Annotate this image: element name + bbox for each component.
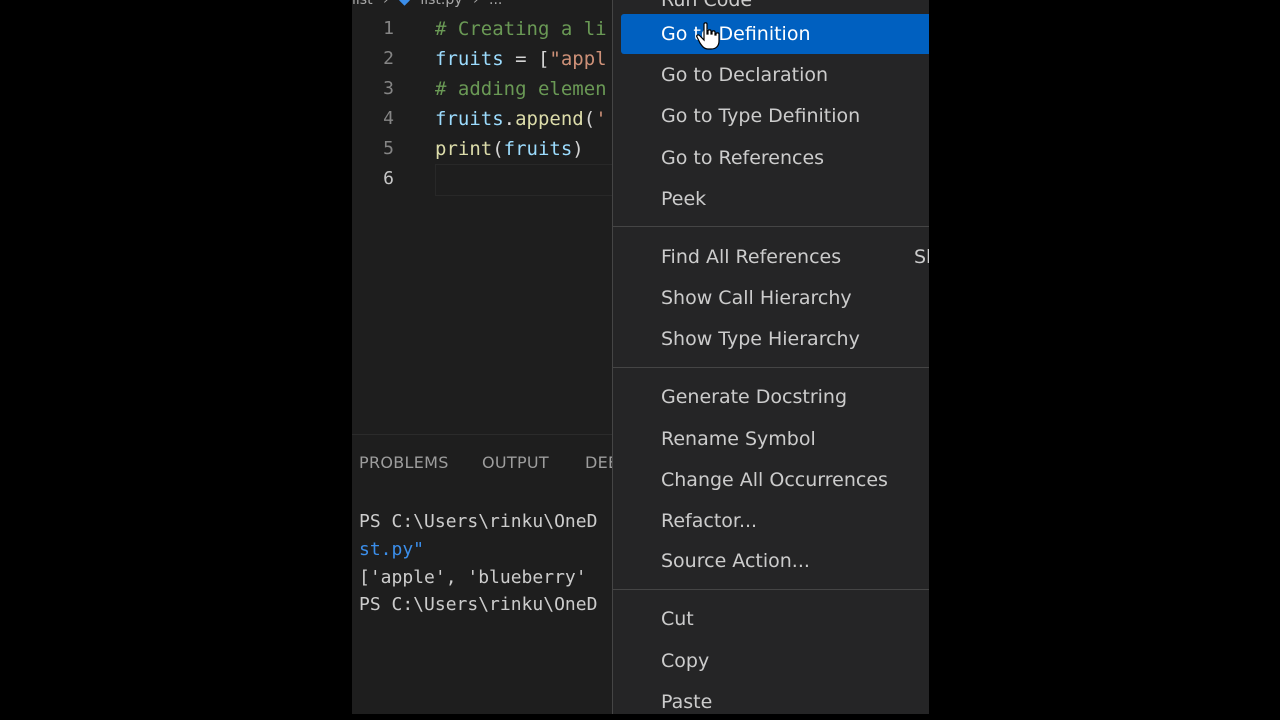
terminal-line: PS C:\Users\rinku\OneD <box>359 511 598 532</box>
code-line[interactable]: 5 print(fruits) <box>352 134 612 164</box>
code-line[interactable]: 6 <box>352 164 612 194</box>
menu-item-change-all-occurrences[interactable]: Change All Occurrences <box>621 460 929 500</box>
terminal-line: PS C:\Users\rinku\OneD <box>359 594 598 615</box>
code-token: = [ <box>503 48 550 70</box>
context-menu: Run Code Go to Definition Go to Declarat… <box>612 0 929 714</box>
code-text: fruits.append(' <box>435 104 607 134</box>
code-text: print(fruits) <box>435 134 584 164</box>
code-token: fruits <box>503 138 573 160</box>
terminal-line: ['apple', 'blueberry' <box>359 567 587 588</box>
code-token: ( <box>492 138 504 160</box>
menu-item-refactor[interactable]: Refactor... <box>621 501 929 541</box>
code-token: fruits <box>435 48 504 70</box>
line-number: 5 <box>383 138 394 159</box>
code-token: print <box>435 138 493 160</box>
code-text: # adding elemen <box>435 74 607 104</box>
code-token: "appl <box>549 48 607 70</box>
breadcrumb-file[interactable]: list.py <box>420 0 462 8</box>
code-token: append <box>515 108 584 130</box>
menu-item-show-call-hierarchy[interactable]: Show Call Hierarchy <box>621 278 929 318</box>
menu-item-generate-docstring[interactable]: Generate Docstring <box>621 377 929 417</box>
code-text: # Creating a li <box>435 14 607 44</box>
shortcut-label: Sh <box>914 246 929 268</box>
chevron-right-icon: › <box>472 0 479 8</box>
menu-item-source-action[interactable]: Source Action... <box>621 541 929 581</box>
code-text: fruits = ["appl <box>435 44 607 74</box>
breadcrumb-more[interactable]: ... <box>489 0 502 8</box>
hand-cursor-icon <box>696 22 720 50</box>
menu-item-go-to-type-definition[interactable]: Go to Type Definition <box>621 96 929 136</box>
python-file-icon: ◆ <box>399 0 410 8</box>
menu-separator <box>613 589 929 590</box>
menu-item-go-to-declaration[interactable]: Go to Declaration <box>621 55 929 95</box>
code-line[interactable]: 4 fruits.append(' <box>352 104 612 134</box>
menu-item-copy[interactable]: Copy <box>621 641 929 681</box>
breadcrumb-folder[interactable]: list <box>352 0 373 8</box>
terminal-line: st.py" <box>359 539 425 560</box>
menu-item-go-to-definition[interactable]: Go to Definition <box>621 14 929 54</box>
line-number: 6 <box>383 168 394 189</box>
menu-item-cut[interactable]: Cut <box>621 599 929 639</box>
code-token: ) <box>572 138 584 160</box>
menu-item-rename-symbol[interactable]: Rename Symbol <box>621 419 929 459</box>
code-token: . <box>503 108 516 130</box>
code-line[interactable]: 2 fruits = ["appl <box>352 44 612 74</box>
code-token: fruits <box>435 108 504 130</box>
tab-problems[interactable]: PROBLEMS <box>359 453 449 472</box>
code-line[interactable]: 1 # Creating a li <box>352 14 612 44</box>
menu-item-peek[interactable]: Peek <box>621 179 929 219</box>
menu-item-go-to-references[interactable]: Go to References <box>621 138 929 178</box>
breadcrumb[interactable]: list › ◆ list.py › ... <box>352 0 508 10</box>
menu-item-paste[interactable]: Paste <box>621 682 929 714</box>
line-number: 3 <box>383 78 394 99</box>
chevron-right-icon: › <box>383 0 389 8</box>
menu-item-show-type-hierarchy[interactable]: Show Type Hierarchy <box>621 319 929 359</box>
menu-separator <box>613 226 929 227</box>
tab-output[interactable]: OUTPUT <box>482 453 549 472</box>
code-token: ' <box>595 108 607 130</box>
code-token: ( <box>583 108 596 130</box>
line-number: 4 <box>383 108 394 129</box>
menu-separator <box>613 367 929 368</box>
code-token: # Creating a li <box>435 18 607 40</box>
menu-item-find-all-references[interactable]: Find All ReferencesSh <box>621 237 929 277</box>
bottom-panel: PROBLEMS OUTPUT DEE PS C:\Users\rinku\On… <box>352 434 618 714</box>
line-number: 1 <box>383 18 394 39</box>
code-line[interactable]: 3 # adding elemen <box>352 74 612 104</box>
line-number: 2 <box>383 48 394 69</box>
code-token: # adding elemen <box>435 78 607 100</box>
